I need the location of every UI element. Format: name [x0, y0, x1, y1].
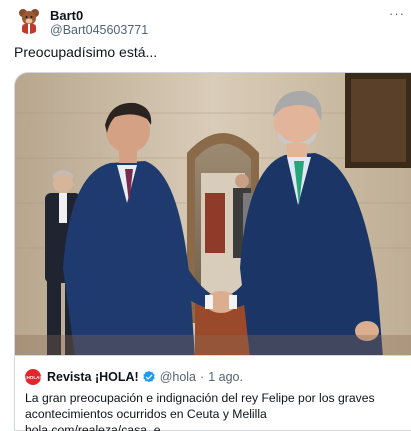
quoted-author-handle[interactable]: @hola	[160, 370, 196, 384]
author-display-name[interactable]: Bart0	[50, 8, 83, 23]
photo-handshake-image	[15, 73, 411, 355]
quoted-tweet-text: La gran preocupación e indignación del r…	[25, 390, 405, 431]
dot-separator: ·	[200, 370, 205, 384]
author-avatar[interactable]	[16, 6, 42, 34]
quoted-tweet-card[interactable]: ¡HOLA! Revista ¡HOLA! @hola · 1 ago. La …	[14, 356, 411, 431]
quoted-author-name[interactable]: Revista ¡HOLA!	[47, 370, 139, 384]
quoted-tweet-timestamp[interactable]: 1 ago.	[208, 370, 243, 384]
quoted-tweet-header: ¡HOLA! Revista ¡HOLA! @hola · 1 ago.	[25, 368, 243, 386]
quoted-tweet-link[interactable]: hola.com/realeza/casa_e…	[25, 423, 173, 431]
verified-badge-icon	[143, 370, 155, 383]
teddy-bear-avatar-icon	[16, 6, 42, 34]
tweet-header: Bart0 @Bart045603771 ···	[16, 6, 406, 42]
tweet-photo[interactable]	[14, 72, 411, 356]
ellipsis-horizontal-icon: ···	[389, 5, 405, 21]
quoted-tweet-body: La gran preocupación e indignación del r…	[25, 391, 375, 421]
quoted-author-avatar[interactable]: ¡HOLA!	[25, 369, 41, 385]
tweet-text: Preocupadísimo está...	[14, 44, 158, 60]
more-options-button[interactable]: ···	[388, 4, 406, 22]
author-handle[interactable]: @Bart045603771	[50, 23, 148, 37]
